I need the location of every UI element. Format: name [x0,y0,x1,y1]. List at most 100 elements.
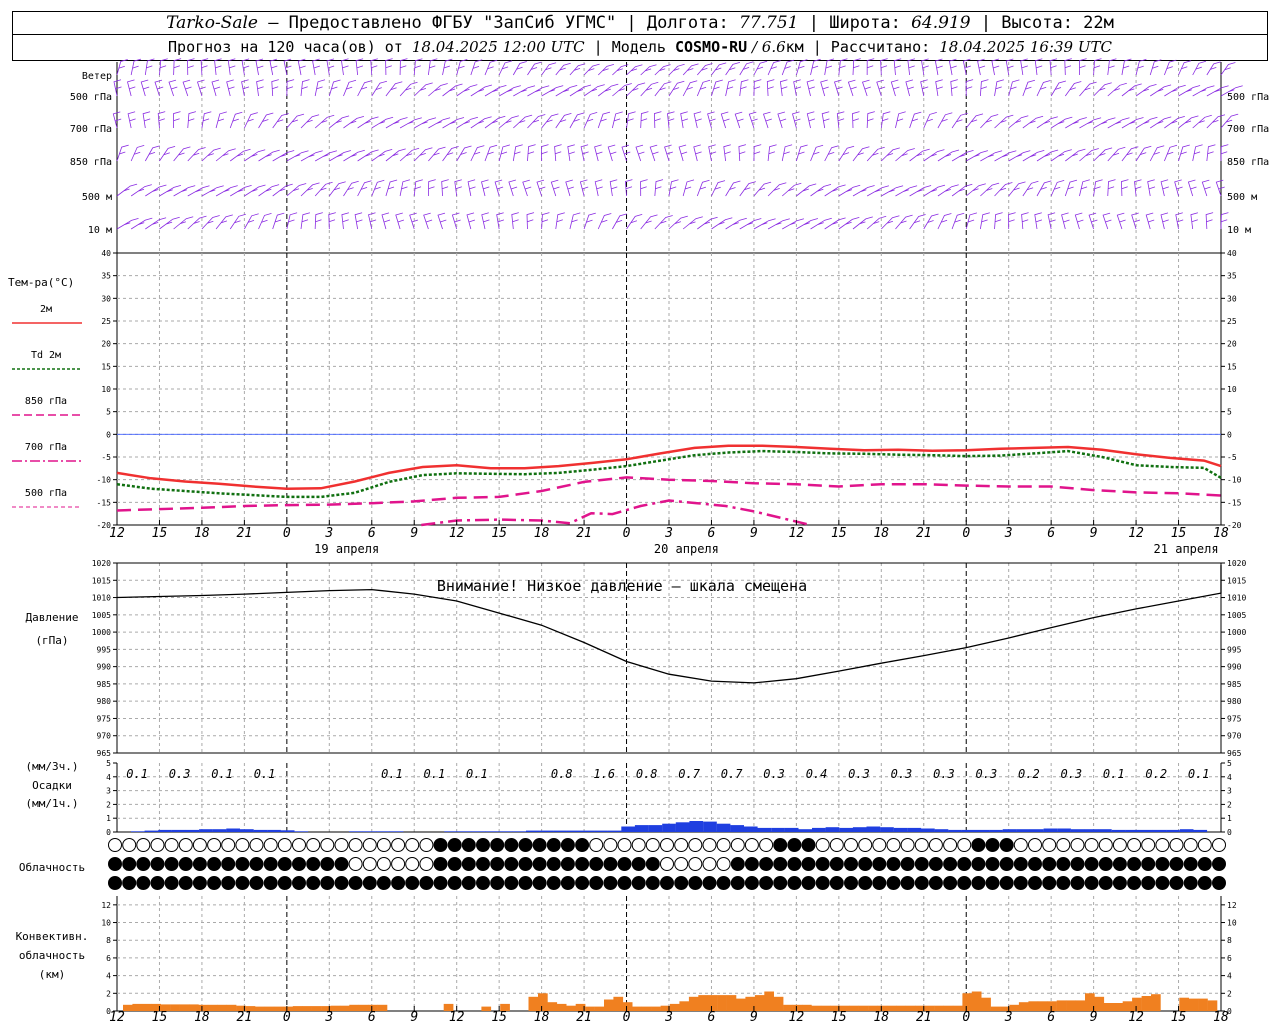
precip-bar [1029,829,1044,832]
wind-barb [466,212,476,230]
wind-barb [442,146,459,162]
temp-ytick-label-right: -10 [1227,476,1242,485]
conv-ytick-label-left: 2 [106,989,111,998]
cloud-symbol [801,838,816,852]
wind-barb [470,145,485,162]
wind-barb [1022,79,1036,97]
convective-bar [1179,997,1189,1011]
wind-barb [555,62,571,76]
cloud-symbol [914,857,929,871]
cloud-symbol [787,838,802,852]
convective-bar [1141,996,1152,1011]
cloud-symbol [1098,876,1113,890]
convective-bar [349,1004,359,1011]
cloud-symbol [815,876,830,890]
wind-barb [612,64,629,76]
cloud-symbol [1127,876,1142,890]
wind-barb [948,58,957,76]
wind-barb [640,64,657,76]
cloud-symbol [1084,876,1099,890]
wind-barb [1135,145,1152,162]
wind-barb [609,179,618,197]
cloud-symbol [108,876,122,890]
bottom-xtick-label: 3 [324,1010,333,1024]
precip-bar [566,830,581,832]
cloud-symbol [985,876,1000,890]
wind-barb [300,79,310,97]
cloud-symbol [985,838,1000,852]
wind-barb [297,58,306,76]
wind-barb [1050,80,1067,97]
wind-barb [226,79,235,97]
cloud-symbol [1212,857,1226,871]
precip-bar [961,829,976,832]
wind-barb [640,81,659,97]
precip-bar [907,827,922,832]
wind-barb [979,212,990,230]
cloud-symbol [688,838,703,852]
wind-barb [541,212,550,230]
cloud-symbol [759,857,774,871]
wind-barb [640,214,658,230]
wind-barb [621,144,631,162]
wind-barb [965,212,978,230]
precip-bar [825,827,840,832]
cloud-symbol [1042,857,1057,871]
cloud-symbol [207,838,222,852]
wind-barb [314,212,323,230]
bottom-xtick-label: 18 [534,1010,550,1024]
convective-bar [604,999,614,1011]
wind-barb [767,182,787,197]
cloud-symbol [801,876,816,890]
cloud-symbol [405,838,420,852]
cloud-symbol [688,857,703,871]
precip-bar [730,825,744,832]
temp-xtick-label: 12 [789,526,805,541]
precip-bar [131,831,145,832]
cloud-symbol [971,876,986,890]
precip-bar [866,826,881,832]
cloud-symbol [192,857,207,871]
pres-ytick-label-right: 1000 [1227,628,1246,637]
temp-xtick-label: 6 [1047,526,1055,541]
convective-bar [1094,996,1105,1011]
wind-barb [508,179,518,197]
wind-barb [484,59,498,76]
temp-xtick-label: 9 [750,526,758,541]
precip-bar [1193,829,1208,832]
wind-barb [810,58,821,76]
wind-barb [738,144,747,162]
cloud-symbol [589,838,604,852]
temp-xtick-label: 18 [534,526,550,541]
convective-bar [226,1004,237,1011]
wind-barb [241,79,250,97]
convective-bar [707,995,718,1011]
wind-barb [777,111,787,129]
wind-barb [567,144,575,162]
precip-amount-label: 0.7 [678,767,700,781]
wind-barb [555,212,565,230]
wind-barb [852,58,861,76]
cloud-symbol [461,838,476,852]
convective-bar [773,996,784,1011]
cloud-symbol [306,857,321,871]
wind-barb [187,58,195,76]
precip-bar [240,829,254,832]
cloud-symbol [292,838,306,852]
wind-barb [847,79,857,97]
wind-barb [522,179,532,197]
precip-bar [212,829,227,832]
convective-bar [141,1003,152,1011]
convective-bar [1103,1003,1114,1011]
bottom-xtick-label: 0 [283,1010,291,1024]
wind-barb [923,213,939,230]
conv-axis-unit: (км) [39,968,66,981]
wind-barb [597,111,611,129]
wind-barb [725,180,741,197]
pres-ytick-label-right: 1005 [1227,611,1246,620]
wind-barb [753,79,762,97]
cloud-symbol [702,838,717,852]
wind-barb [1008,79,1020,97]
cloud-symbol [419,857,434,871]
convective-bar [1198,998,1208,1011]
